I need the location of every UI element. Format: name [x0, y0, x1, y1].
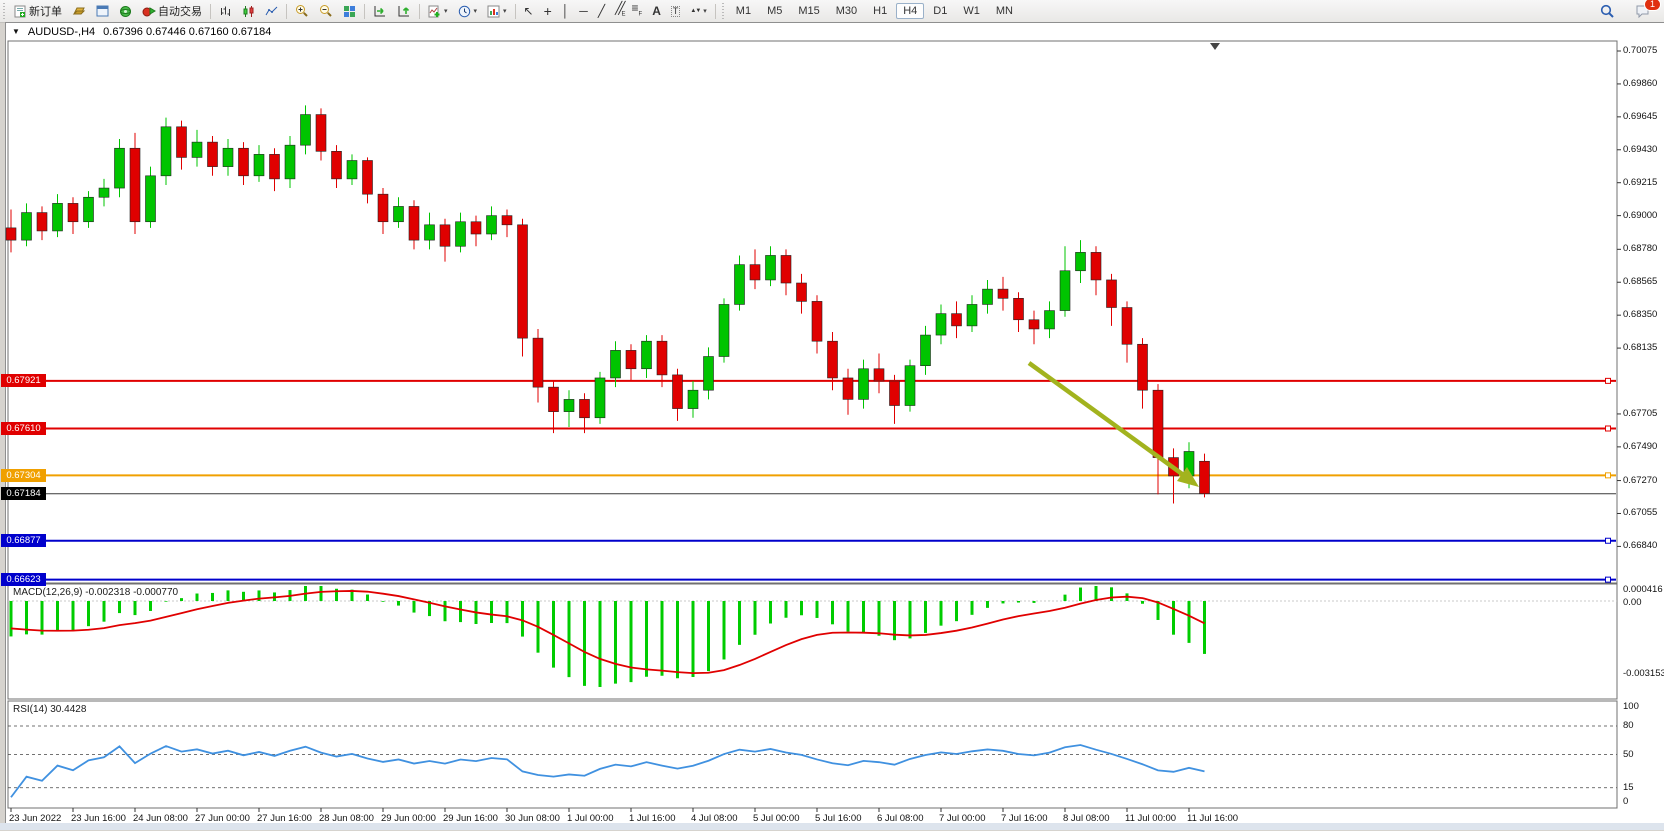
- line-handle[interactable]: [14, 473, 19, 478]
- line-handle[interactable]: [1606, 577, 1611, 582]
- chart-window: ▼ AUDUSD-,H4 0.67396 0.67446 0.67160 0.6…: [5, 22, 1664, 825]
- line-handle[interactable]: [14, 378, 19, 383]
- chart-canvas[interactable]: [1, 1, 1664, 831]
- line-handle[interactable]: [14, 538, 19, 543]
- line-handle[interactable]: [1606, 378, 1611, 383]
- line-handle[interactable]: [14, 426, 19, 431]
- status-strip: [0, 823, 1664, 830]
- line-handle[interactable]: [1606, 426, 1611, 431]
- line-handle[interactable]: [1606, 473, 1611, 478]
- line-handle[interactable]: [1606, 538, 1611, 543]
- line-handle[interactable]: [14, 577, 19, 582]
